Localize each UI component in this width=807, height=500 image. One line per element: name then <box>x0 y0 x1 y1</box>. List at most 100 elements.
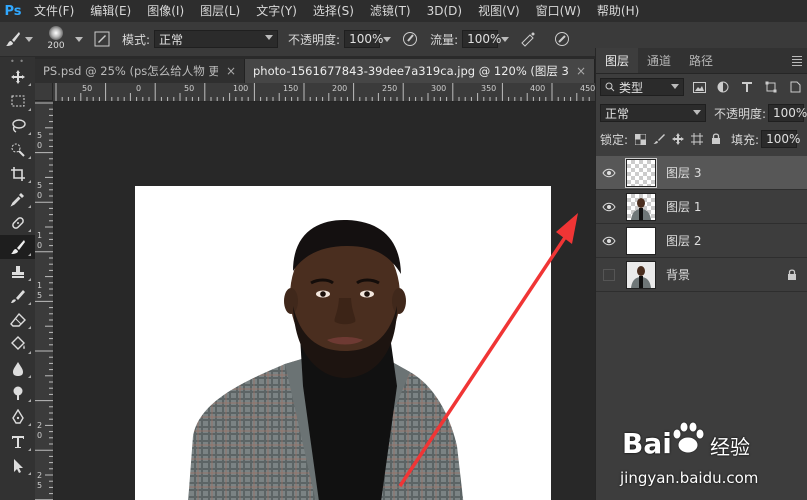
vertical-ruler[interactable]: 5 0 5 0 1 0 1 5 2 0 2 5 <box>35 101 54 500</box>
opacity-label: 不透明度: <box>288 32 341 47</box>
tab-ps-psd[interactable]: PS.psd @ 25% (ps怎么给人物 更... × <box>35 59 245 83</box>
fill-input[interactable]: 100% <box>761 130 800 148</box>
watermark-url: jingyan.baidu.com <box>620 469 759 487</box>
filter-type-layers-button[interactable] <box>738 78 756 96</box>
airbrush-icon <box>521 32 535 47</box>
layer-thumbnail <box>626 226 656 255</box>
pressure-opacity-button[interactable] <box>400 29 420 49</box>
panel-menu-icon[interactable] <box>786 48 807 73</box>
opacity-chevron-icon[interactable] <box>380 30 394 48</box>
layer-opacity-input[interactable]: 100% <box>768 104 807 122</box>
eraser-tool[interactable] <box>0 308 35 332</box>
layer-row-2[interactable]: 图层 2 <box>596 224 807 258</box>
lock-artboard-button[interactable] <box>690 132 704 146</box>
layer-row-background[interactable]: 背景 <box>596 258 807 292</box>
visibility-toggle[interactable] <box>596 224 622 258</box>
visibility-toggle[interactable] <box>596 190 622 224</box>
lasso-tool[interactable] <box>0 114 35 138</box>
ruler-label: 200 <box>332 84 348 93</box>
person-thumbnail <box>631 197 651 220</box>
mode-select[interactable]: 正常 <box>154 30 279 48</box>
menu-type[interactable]: 文字(Y) <box>248 0 305 22</box>
portrait-photo <box>188 219 464 500</box>
horizontal-ruler[interactable]: 50 0 50 100 150 200 250 300 350 400 450 <box>53 83 595 102</box>
watermark-brand-suffix: 经验 <box>710 435 750 459</box>
shape-icon <box>765 81 777 93</box>
tool-preset-picker[interactable] <box>0 22 40 56</box>
menu-filter[interactable]: 滤镜(T) <box>362 0 419 22</box>
brush-size-picker[interactable]: 200 <box>40 24 72 54</box>
tools-panel: • • <box>0 57 36 500</box>
lock-image-pixels-button[interactable] <box>652 132 666 146</box>
type-tool[interactable] <box>0 429 35 453</box>
tab-paths[interactable]: 路径 <box>680 48 722 73</box>
lock-transparent-pixels-button[interactable] <box>633 132 647 146</box>
tab-photo-jpg[interactable]: photo-1561677843-39dee7a319ca.jpg @ 120%… <box>245 59 595 83</box>
eraser-icon <box>9 313 26 327</box>
crop-tool[interactable] <box>0 162 35 186</box>
visibility-toggle[interactable] <box>596 156 622 190</box>
menu-file[interactable]: 文件(F) <box>26 0 82 22</box>
brush-size-chevron-icon[interactable] <box>72 30 86 48</box>
tablet-pressure-size-button[interactable] <box>552 29 572 49</box>
ruler-label: 1 <box>37 281 43 290</box>
menu-image[interactable]: 图像(I) <box>139 0 192 22</box>
blur-tool[interactable] <box>0 357 35 381</box>
tab-channels[interactable]: 通道 <box>638 48 680 73</box>
filter-smart-object-button[interactable] <box>786 78 804 96</box>
blur-drop-icon <box>12 361 23 376</box>
ruler-label: 2 <box>37 471 43 480</box>
brush-tool[interactable] <box>0 235 35 260</box>
filter-pixel-layers-button[interactable] <box>690 78 708 96</box>
chevron-down-icon <box>22 30 36 48</box>
brush-panel-button[interactable] <box>92 29 112 49</box>
type-icon <box>742 82 752 92</box>
healing-brush-tool[interactable] <box>0 211 35 235</box>
close-icon[interactable]: × <box>576 64 586 78</box>
layer-thumbnail <box>625 157 657 188</box>
visibility-toggle[interactable] <box>596 258 622 292</box>
layer-row-3[interactable]: 图层 3 <box>596 156 807 190</box>
close-icon[interactable]: × <box>226 64 236 78</box>
flow-chevron-icon[interactable] <box>498 30 512 48</box>
opacity-input[interactable]: 100% <box>344 30 383 48</box>
menu-layer[interactable]: 图层(L) <box>192 0 248 22</box>
history-brush-tool[interactable] <box>0 284 35 308</box>
quick-selection-tool[interactable] <box>0 138 35 162</box>
dodge-tool[interactable] <box>0 381 35 405</box>
ruler-label: 0 <box>136 84 142 93</box>
menu-view[interactable]: 视图(V) <box>470 0 528 22</box>
menu-window[interactable]: 窗口(W) <box>528 0 589 22</box>
tab-layers[interactable]: 图层 <box>596 48 639 73</box>
menu-edit[interactable]: 编辑(E) <box>82 0 139 22</box>
lock-label: 锁定: <box>600 132 629 147</box>
blend-mode-select[interactable]: 正常 <box>600 104 706 122</box>
filter-shape-layers-button[interactable] <box>762 78 780 96</box>
menu-help[interactable]: 帮助(H) <box>589 0 647 22</box>
flow-input[interactable]: 100% <box>462 30 501 48</box>
filter-adjustment-layers-button[interactable] <box>714 78 732 96</box>
brush-panel-icon <box>94 31 110 47</box>
ruler-origin[interactable] <box>35 83 53 101</box>
clone-stamp-tool[interactable] <box>0 259 35 283</box>
document-canvas[interactable] <box>135 186 551 500</box>
menu-bar: Ps 文件(F) 编辑(E) 图像(I) 图层(L) 文字(Y) 选择(S) 滤… <box>0 0 807 22</box>
flow-label: 流量: <box>430 32 459 47</box>
tab-label: photo-1561677843-39dee7a319ca.jpg @ 120%… <box>253 64 568 78</box>
layer-filter-select[interactable]: 类型 <box>600 78 684 96</box>
eyedropper-tool[interactable] <box>0 186 35 210</box>
pen-tool[interactable] <box>0 405 35 429</box>
menu-3d[interactable]: 3D(D) <box>419 0 470 22</box>
lock-row: 锁定: 填充: 100% <box>596 126 807 152</box>
paint-bucket-tool[interactable] <box>0 332 35 356</box>
airbrush-button[interactable] <box>518 29 538 49</box>
move-tool[interactable] <box>0 65 35 89</box>
marquee-tool[interactable] <box>0 89 35 113</box>
menu-select[interactable]: 选择(S) <box>305 0 362 22</box>
toolbar-grip[interactable]: • • <box>0 57 35 66</box>
layer-row-1[interactable]: 图层 1 <box>596 190 807 224</box>
path-selection-tool[interactable] <box>0 454 35 478</box>
lock-position-button[interactable] <box>671 132 685 146</box>
document-workspace[interactable] <box>54 102 595 500</box>
lock-all-button[interactable] <box>709 132 723 146</box>
